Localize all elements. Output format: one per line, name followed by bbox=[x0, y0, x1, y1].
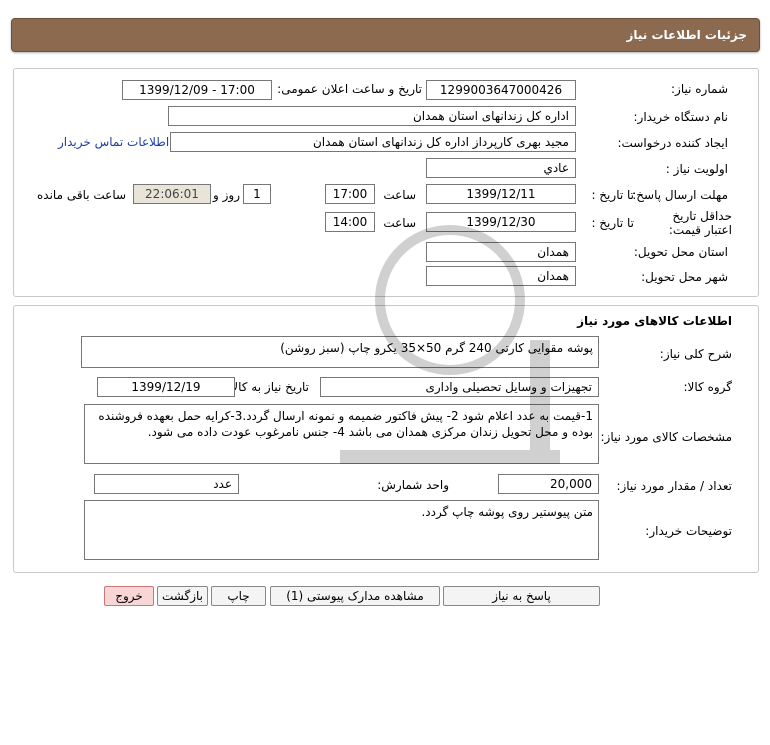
print-button[interactable]: چاپ bbox=[211, 586, 266, 606]
qty-field: 20,000 bbox=[498, 474, 599, 494]
page-header: جزئیات اطلاعات نیاز bbox=[11, 18, 760, 52]
city-field: همدان bbox=[426, 266, 576, 286]
province-label: استان محل تحویل: bbox=[633, 245, 728, 259]
group-field: تجهیزات و وسایل تحصیلی واداری bbox=[320, 377, 599, 397]
announce-label: تاریخ و ساعت اعلان عمومی: bbox=[277, 82, 422, 96]
days-field: 1 bbox=[243, 184, 271, 204]
deadline-to-date-label: تا تاریخ : bbox=[591, 188, 634, 202]
buyer-notes-label: توضیحات خریدار: bbox=[645, 524, 732, 538]
priority-label: اولویت نیاز : bbox=[665, 162, 728, 176]
details-panel bbox=[13, 68, 759, 297]
requester-label: ایجاد کننده درخواست: bbox=[617, 136, 728, 150]
validity-label: حداقل تاریخ اعتبار قیمت: bbox=[657, 209, 732, 237]
unit-label: واحد شمارش: bbox=[377, 478, 449, 492]
buyer-label: نام دستگاه خریدار: bbox=[633, 110, 729, 124]
exit-button[interactable]: خروج bbox=[104, 586, 154, 606]
validity-label-text: حداقل تاریخ اعتبار قیمت: bbox=[668, 209, 732, 237]
deadline-label: مهلت ارسال پاسخ: bbox=[632, 188, 728, 202]
announce-field: 1399/12/09 - 17:00 bbox=[122, 80, 272, 100]
description-field: پوشه مقوایی کارتی 240 گرم 50×35 یکرو چاپ… bbox=[81, 336, 599, 368]
buyer-field: اداره کل زندانهای استان همدان bbox=[168, 106, 576, 126]
buyer-contact-link[interactable]: اطلاعات تماس خریدار bbox=[58, 135, 169, 149]
need-date-field: 1399/12/19 bbox=[97, 377, 235, 397]
buyer-notes-field: متن پیوستیر روی پوشه چاپ گردد. bbox=[84, 500, 599, 560]
province-field: همدان bbox=[426, 242, 576, 262]
specs-label: مشخصات کالای مورد نیاز: bbox=[600, 430, 732, 444]
remaining-label: ساعت باقی مانده bbox=[37, 188, 127, 202]
remaining-time-field: 22:06:01 bbox=[133, 184, 211, 204]
specs-field: 1-قیمت به عدد اعلام شود 2- پیش فاکتور ضم… bbox=[84, 404, 599, 464]
validity-time-field: 14:00 bbox=[325, 212, 375, 232]
validity-date-field: 1399/12/30 bbox=[426, 212, 576, 232]
city-label: شهر محل تحویل: bbox=[641, 270, 728, 284]
days-label: روز و bbox=[213, 188, 240, 202]
description-label: شرح کلی نیاز: bbox=[659, 347, 732, 361]
reply-button[interactable]: پاسخ به نیاز bbox=[443, 586, 600, 606]
unit-field: عدد bbox=[94, 474, 239, 494]
goods-section-title: اطلاعات کالاهای مورد نیاز bbox=[577, 314, 732, 328]
requester-field: مجید بهری کارپرداز اداره کل زندانهای است… bbox=[170, 132, 576, 152]
need-date-label: تاریخ نیاز به کالا: bbox=[227, 380, 309, 394]
need-number-field: 1299003647000426 bbox=[426, 80, 576, 100]
validity-to-date-label: تا تاریخ : bbox=[591, 216, 634, 230]
deadline-date-field: 1399/12/11 bbox=[426, 184, 576, 204]
back-button[interactable]: بازگشت bbox=[157, 586, 208, 606]
validity-time-label: ساعت bbox=[383, 216, 416, 230]
deadline-time-label: ساعت bbox=[383, 188, 416, 202]
priority-field: عادي bbox=[426, 158, 576, 178]
attachments-button[interactable]: مشاهده مدارک پیوستی (1) bbox=[270, 586, 440, 606]
deadline-time-field: 17:00 bbox=[325, 184, 375, 204]
need-number-label: شماره نیاز: bbox=[671, 82, 728, 96]
qty-label: تعداد / مقدار مورد نیاز: bbox=[616, 479, 732, 493]
page-title: جزئیات اطلاعات نیاز bbox=[626, 28, 747, 42]
group-label: گروه کالا: bbox=[683, 380, 733, 394]
